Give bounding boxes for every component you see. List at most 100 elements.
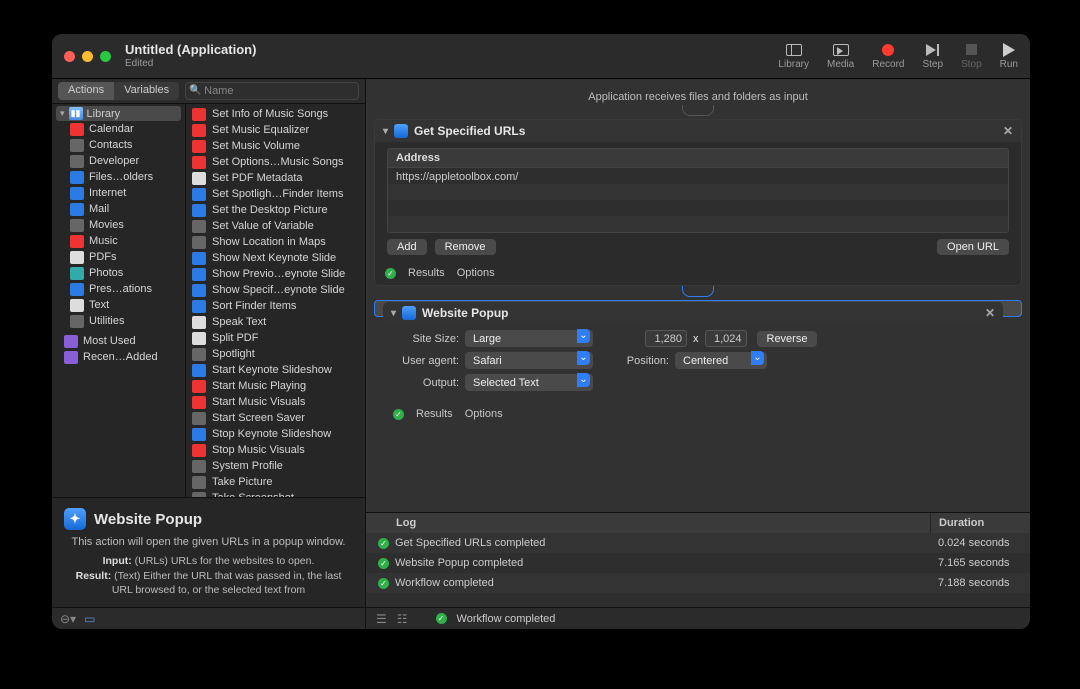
library-root[interactable]: ▾ ▮▮ Library	[56, 106, 181, 121]
library-item[interactable]: Music	[52, 233, 185, 249]
action-item[interactable]: Show Next Keynote Slide	[186, 250, 365, 266]
safari-icon: ✦	[64, 508, 86, 530]
library-item[interactable]: Files…olders	[52, 169, 185, 185]
site-size-select[interactable]: Large	[465, 330, 593, 347]
action-item[interactable]: Spotlight	[186, 346, 365, 362]
library-mode-segment[interactable]: Actions Variables	[58, 82, 179, 100]
action-item[interactable]: Set Options…Music Songs	[186, 154, 365, 170]
action-icon	[192, 332, 206, 345]
action-item[interactable]: Set Value of Variable	[186, 218, 365, 234]
action-title: Website Popup	[422, 306, 508, 320]
safari-icon	[394, 124, 408, 138]
action-item[interactable]: Show Previo…eynote Slide	[186, 266, 365, 282]
reverse-button[interactable]: Reverse	[757, 331, 818, 347]
search-input[interactable]	[185, 82, 359, 100]
action-item[interactable]: Set Spotligh…Finder Items	[186, 186, 365, 202]
actions-list[interactable]: Set Info of Music SongsSet Music Equaliz…	[186, 104, 365, 497]
action-icon	[192, 364, 206, 377]
library-tree[interactable]: ▾ ▮▮ Library CalendarContactsDeveloperFi…	[52, 104, 186, 497]
category-icon	[70, 219, 84, 232]
library-item[interactable]: Text	[52, 297, 185, 313]
action-item[interactable]: Start Keynote Slideshow	[186, 362, 365, 378]
media-button[interactable]: Media	[827, 43, 854, 70]
duration-column-header[interactable]: Duration	[930, 513, 1030, 533]
action-item[interactable]: Set Music Volume	[186, 138, 365, 154]
action-item[interactable]: Split PDF	[186, 330, 365, 346]
library-item[interactable]: Calendar	[52, 121, 185, 137]
open-url-button[interactable]: Open URL	[937, 239, 1009, 255]
library-item[interactable]: Developer	[52, 153, 185, 169]
action-item[interactable]: Show Specif…eynote Slide	[186, 282, 365, 298]
tab-actions[interactable]: Actions	[58, 82, 114, 100]
library-item[interactable]: Movies	[52, 217, 185, 233]
remove-url-button[interactable]: Remove	[435, 239, 496, 255]
action-item[interactable]: Sort Finder Items	[186, 298, 365, 314]
disclose-triangle-icon[interactable]: ▾	[391, 308, 396, 319]
url-row[interactable]: https://appletoolbox.com/	[388, 168, 1008, 184]
library-toggle-button[interactable]: Library	[778, 43, 809, 70]
library-item[interactable]: Recen…Added	[52, 349, 185, 365]
library-item[interactable]: Mail	[52, 201, 185, 217]
action-item[interactable]: Start Music Visuals	[186, 394, 365, 410]
results-tab[interactable]: Results	[408, 267, 445, 279]
gear-menu-button[interactable]: ⊖▾	[60, 612, 76, 626]
log-column-header[interactable]: Log	[366, 513, 930, 533]
library-item[interactable]: Utilities	[52, 313, 185, 329]
width-input[interactable]	[645, 330, 687, 347]
disclose-triangle-icon[interactable]: ▾	[383, 126, 388, 137]
record-button[interactable]: Record	[872, 43, 904, 70]
library-item[interactable]: Most Used	[52, 333, 185, 349]
url-row-empty[interactable]	[388, 216, 1008, 232]
action-icon	[192, 204, 206, 217]
action-item[interactable]: Start Music Playing	[186, 378, 365, 394]
list-view-icon[interactable]: ☰	[376, 612, 387, 626]
action-item[interactable]: Set PDF Metadata	[186, 170, 365, 186]
action-item[interactable]: Start Screen Saver	[186, 410, 365, 426]
output-select[interactable]: Selected Text	[465, 374, 593, 391]
flow-view-icon[interactable]: ☷	[397, 612, 408, 626]
url-row-empty[interactable]	[388, 184, 1008, 200]
results-tab[interactable]: Results	[416, 408, 453, 420]
action-item[interactable]: Speak Text	[186, 314, 365, 330]
show-description-button[interactable]: ▭	[84, 612, 95, 626]
action-icon	[192, 220, 206, 233]
category-icon	[70, 235, 84, 248]
zoom-window-button[interactable]	[100, 51, 111, 62]
action-item[interactable]: Set Music Equalizer	[186, 122, 365, 138]
options-tab[interactable]: Options	[465, 408, 503, 420]
action-item[interactable]: Take Picture	[186, 474, 365, 490]
add-url-button[interactable]: Add	[387, 239, 427, 255]
action-icon	[192, 156, 206, 169]
check-icon: ✓	[378, 558, 389, 569]
user-agent-select[interactable]: Safari	[465, 352, 593, 369]
url-row-empty[interactable]	[388, 200, 1008, 216]
position-select[interactable]: Centered	[675, 352, 767, 369]
library-item[interactable]: Pres…ations	[52, 281, 185, 297]
remove-action-button[interactable]: ✕	[985, 306, 995, 320]
position-label: Position:	[617, 355, 669, 367]
step-button[interactable]: Step	[922, 43, 943, 70]
minimize-window-button[interactable]	[82, 51, 93, 62]
library-item[interactable]: PDFs	[52, 249, 185, 265]
stop-button[interactable]: Stop	[961, 43, 982, 70]
action-item[interactable]: Stop Keynote Slideshow	[186, 426, 365, 442]
close-window-button[interactable]	[64, 51, 75, 62]
action-item[interactable]: Set the Desktop Picture	[186, 202, 365, 218]
action-item[interactable]: Show Location in Maps	[186, 234, 365, 250]
log-row: ✓Workflow completed7.188 seconds	[366, 573, 1030, 593]
library-item[interactable]: Contacts	[52, 137, 185, 153]
remove-action-button[interactable]: ✕	[1003, 124, 1013, 138]
height-input[interactable]	[705, 330, 747, 347]
tab-variables[interactable]: Variables	[114, 82, 179, 100]
library-item[interactable]: Photos	[52, 265, 185, 281]
options-tab[interactable]: Options	[457, 267, 495, 279]
library-item[interactable]: Internet	[52, 185, 185, 201]
run-button[interactable]: Run	[1000, 43, 1018, 70]
action-item[interactable]: Stop Music Visuals	[186, 442, 365, 458]
action-title: Get Specified URLs	[414, 124, 525, 138]
website-popup-action: ▾ Website Popup ✕ Site Size: Large x	[374, 300, 1022, 317]
action-item[interactable]: System Profile	[186, 458, 365, 474]
action-item[interactable]: Take Screenshot	[186, 490, 365, 497]
action-item[interactable]: Set Info of Music Songs	[186, 106, 365, 122]
output-label: Output:	[395, 377, 459, 389]
